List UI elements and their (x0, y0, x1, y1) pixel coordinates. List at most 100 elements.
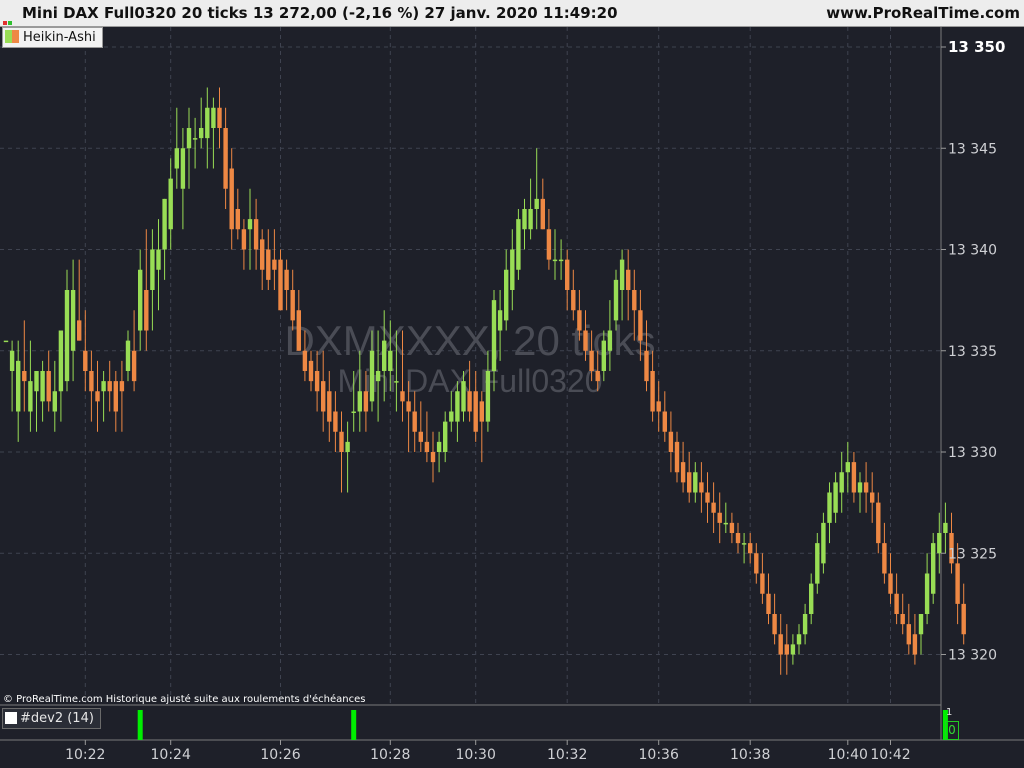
candle-body (138, 269, 143, 331)
candle-body (809, 583, 814, 614)
candle-body (937, 533, 942, 554)
candle-body (28, 381, 33, 412)
candle-body (839, 472, 844, 493)
candle-body (34, 371, 39, 392)
candle-body (589, 350, 594, 371)
candle-body (394, 381, 399, 383)
heikin-ashi-swatch-icon (5, 30, 12, 43)
candle (3, 340, 9, 343)
candle-body (821, 522, 826, 564)
candle-body (119, 381, 125, 392)
candle-body (333, 411, 338, 432)
candle-body (680, 462, 686, 483)
candle-body (443, 421, 448, 452)
price-legend-label: Heikin-Ashi (23, 30, 96, 45)
candle-body (70, 290, 76, 351)
candle-body (272, 259, 277, 270)
candle-body (687, 472, 692, 493)
candle-body (796, 634, 802, 645)
candle (931, 533, 936, 604)
candle-body (577, 310, 582, 331)
candle-body (601, 340, 606, 371)
candle-body (522, 209, 527, 230)
candle-body (900, 614, 905, 625)
candle-body (302, 350, 308, 371)
candle-body (766, 593, 771, 614)
candle-body (534, 198, 539, 209)
candle-body (754, 553, 759, 574)
candle-body (656, 401, 661, 412)
candle-body (321, 381, 326, 412)
candle-body (918, 614, 924, 635)
candle-body (290, 290, 295, 321)
candle-body (406, 401, 411, 412)
candle-body (565, 259, 570, 290)
candle-body (430, 452, 436, 463)
candle-body (491, 300, 497, 371)
candle-body (607, 330, 613, 351)
candle-body (418, 431, 423, 442)
candle-body (876, 502, 881, 544)
candle-body (644, 350, 649, 382)
price-chart[interactable]: DXMXXXX, 20 ticks Mini DAX Full0320 13 3… (0, 0, 1024, 768)
candle-body (83, 350, 88, 371)
watermark-line-1: DXMXXXX, 20 ticks (284, 317, 655, 364)
candle-body (363, 391, 369, 412)
candle-body (760, 573, 765, 594)
candle (516, 209, 521, 280)
candle-body (467, 391, 472, 412)
candle-body (863, 482, 869, 493)
candle-body (693, 472, 698, 493)
indicator-signal-bar (351, 710, 357, 740)
x-tick-label: 10:24 (151, 747, 191, 763)
y-tick-label: 13 335 (948, 344, 997, 360)
y-tick-label: 13 320 (948, 648, 997, 664)
candle-body (357, 391, 362, 412)
candle-body (241, 229, 247, 250)
candle-body (638, 310, 643, 341)
candle-body (308, 360, 314, 382)
y-tick-label: 13 325 (948, 546, 997, 562)
candle-body (40, 371, 45, 402)
price-legend[interactable]: Heikin-Ashi (2, 27, 103, 48)
candle-body (223, 128, 228, 189)
candle-body (125, 340, 131, 371)
candle-body (375, 371, 381, 382)
candle-body (882, 543, 887, 574)
candle-body (180, 148, 186, 189)
indicator-color-icon (5, 712, 17, 724)
candle-body (845, 462, 850, 473)
candle-body (912, 634, 918, 655)
x-tick-label: 10:28 (370, 747, 410, 763)
candle-body (113, 381, 118, 412)
candle-body (424, 441, 430, 452)
candle-body (558, 259, 564, 262)
candle-body (778, 634, 783, 655)
candle-body (516, 219, 521, 270)
candle-body (64, 290, 70, 382)
candle-body (571, 290, 576, 311)
candle-body (199, 128, 204, 139)
candle-body (284, 269, 289, 290)
indicator-signal-bar (137, 710, 143, 740)
candle-body (107, 381, 112, 392)
candle-body (888, 573, 893, 594)
x-tick-label: 10:26 (260, 747, 300, 763)
candle-body (699, 482, 704, 493)
candle-body (955, 563, 960, 604)
candle-body (748, 543, 753, 554)
candle-body (784, 644, 789, 655)
candle-body (705, 492, 710, 503)
candle-body (339, 431, 344, 452)
candle-body (382, 340, 387, 371)
candle-body (528, 209, 533, 230)
candle-body (247, 219, 253, 230)
candle-body (436, 441, 442, 452)
candle-body (327, 391, 332, 422)
candle-body (46, 371, 51, 402)
candle-body (497, 310, 503, 331)
indicator-value: 0 (945, 721, 959, 740)
candle-body (741, 543, 747, 545)
indicator-legend[interactable]: #dev2 (14) (2, 708, 101, 729)
candle-body (504, 269, 509, 321)
